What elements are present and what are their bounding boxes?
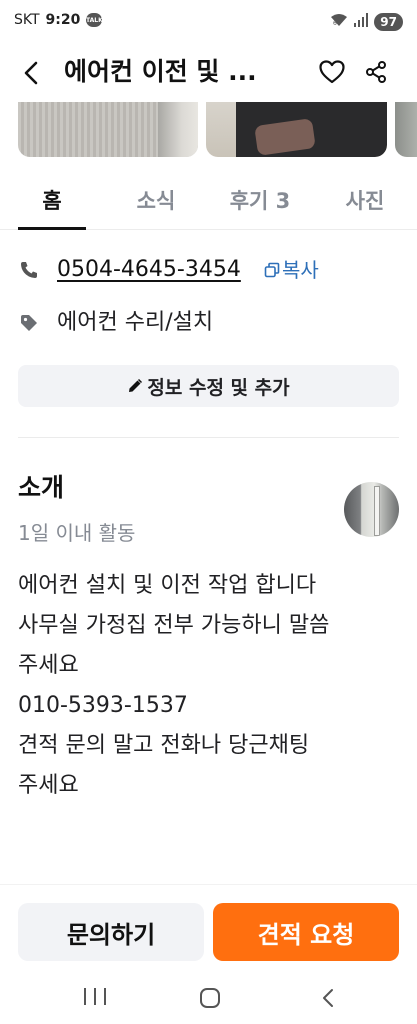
pencil-icon [129,378,143,392]
photo-carousel[interactable] [0,100,417,158]
phone-number-link[interactable]: 0504-4645-3454 [57,253,241,287]
share-button[interactable] [358,54,394,90]
intro-line: 010-5393-1537 [18,693,188,718]
activity-status: 1일 이내 활동 [18,521,136,545]
intro-line: 사무실 가정집 전부 가능하니 말씀 [18,613,330,638]
copy-icon [264,262,280,278]
tab-reviews[interactable]: 후기 3 [220,172,300,230]
edit-info-label: 정보 수정 및 추가 [147,376,290,399]
system-navigation-bar [0,972,417,1024]
tab-home[interactable]: 홈 [18,172,86,230]
edit-info-button[interactable]: 정보 수정 및 추가 [18,365,399,407]
intro-line: 견적 문의 말고 전화나 당근채팅 [18,733,310,758]
inquiry-button[interactable]: 문의하기 [18,903,204,961]
svg-text:6: 6 [333,20,337,27]
battery-indicator: 97 [374,12,403,31]
intro-line: 에어컨 설치 및 이전 작업 합니다 [18,573,317,598]
copy-phone-button[interactable]: 복사 [264,253,319,287]
chevron-left-icon [24,61,38,85]
active-tab-indicator [18,227,86,230]
top-app-bar: 에어컨 이전 및 ... [0,44,417,102]
recent-apps-icon[interactable] [84,988,106,1008]
tab-bar: 홈 소식 후기 3 사진 [0,172,417,230]
photo-thumbnail[interactable] [18,100,198,157]
page-title: 에어컨 이전 및 ... [64,57,257,86]
photo-thumbnail[interactable] [395,100,417,157]
intro-description: 에어컨 설치 및 이전 작업 합니다 사무실 가정집 전부 가능하니 말씀 주세… [18,566,403,806]
phone-icon [18,259,40,281]
intro-heading: 소개 [18,473,65,502]
category-label: 에어컨 수리/설치 [57,310,214,335]
home-icon[interactable] [200,988,220,1008]
clock: 9:20 [45,12,81,28]
wifi-icon: 6 [330,12,348,31]
status-right: 6 97 [330,12,403,31]
share-icon [366,61,386,83]
favorite-button[interactable] [314,54,350,90]
category-row: 에어컨 수리/설치 [18,306,398,340]
intro-line: 주세요 [18,653,79,678]
copy-label: 복사 [282,258,319,282]
back-icon[interactable] [318,987,338,1009]
tab-photos[interactable]: 사진 [330,172,400,230]
carrier-label: SKT [14,12,40,28]
heart-icon [319,60,345,84]
phone-row: 0504-4645-3454 복사 [18,253,398,287]
intro-photo-thumbnail[interactable] [344,482,399,537]
status-left: SKT 9:20 TALK [14,12,103,28]
bottom-action-bar: 문의하기 견적 요청 [0,884,417,972]
status-bar: SKT 9:20 TALK 6 97 [0,0,417,44]
photo-thumbnail[interactable] [206,100,387,157]
intro-line: 주세요 [18,773,79,798]
request-quote-button[interactable]: 견적 요청 [213,903,399,961]
talk-notification-icon: TALK [86,13,103,27]
tab-news[interactable]: 소식 [122,172,190,230]
signal-icon [354,12,369,31]
tag-icon [18,312,40,334]
section-divider [18,437,399,438]
back-button[interactable] [14,56,48,90]
